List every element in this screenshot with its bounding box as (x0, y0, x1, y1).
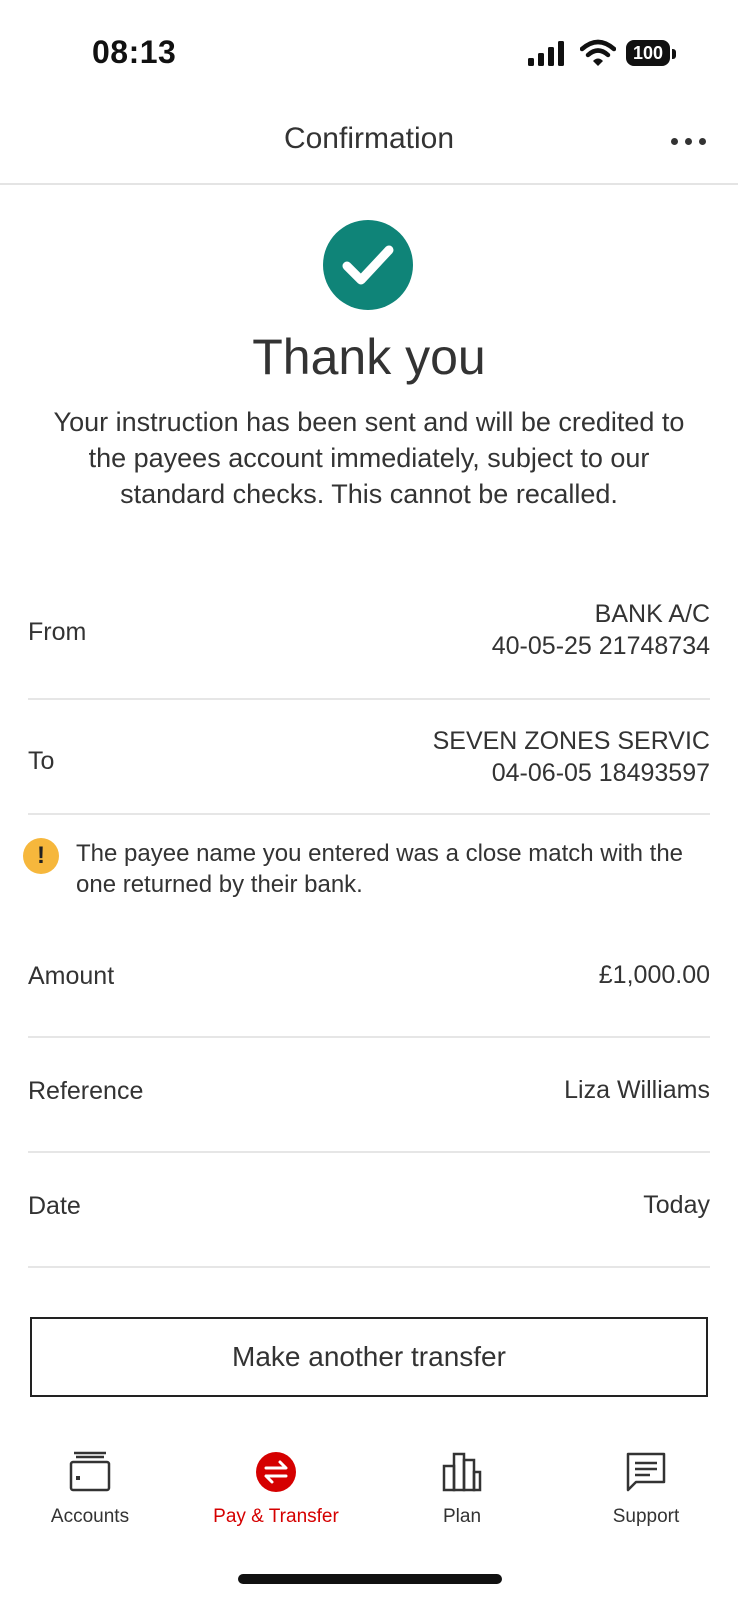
success-check-icon (323, 220, 413, 310)
reference-label: Reference (28, 1077, 144, 1105)
amount-row: Amount £1,000.00 (28, 961, 710, 1002)
to-account-number: 04-06-05 18493597 (491, 759, 710, 787)
nav-label: Support (612, 1506, 680, 1527)
date-value: Today (643, 1191, 710, 1219)
signal-icon (528, 41, 564, 66)
confirmation-message: Your instruction has been sent and will … (53, 407, 685, 509)
wallet-icon (68, 1450, 112, 1494)
reference-row: Reference Liza Williams (28, 1076, 710, 1117)
date-row: Date Today (28, 1191, 710, 1232)
chat-icon (624, 1450, 668, 1494)
warning-icon: ! (23, 838, 59, 874)
status-time: 08:13 (92, 34, 177, 70)
more-options-icon[interactable] (665, 130, 711, 150)
to-payee-name: SEVEN ZONES SERVIC (432, 727, 710, 755)
divider (28, 1266, 710, 1268)
bar-chart-icon (440, 1450, 484, 1494)
nav-pay-transfer[interactable]: Pay & Transfer (186, 1450, 366, 1528)
from-account-name: BANK A/C (594, 600, 710, 628)
date-label: Date (28, 1192, 81, 1220)
divider (28, 698, 710, 700)
make-another-transfer-button[interactable]: Make another transfer (30, 1317, 708, 1397)
amount-label: Amount (28, 962, 115, 990)
nav-label: Pay & Transfer (213, 1506, 339, 1527)
from-label: From (28, 618, 87, 646)
header-divider (0, 183, 738, 185)
nav-support[interactable]: Support (556, 1450, 736, 1528)
divider (28, 1036, 710, 1038)
nav-plan[interactable]: Plan (372, 1450, 552, 1528)
battery-icon: 100 (626, 40, 678, 68)
reference-value: Liza Williams (564, 1076, 710, 1104)
nav-accounts[interactable]: Accounts (0, 1450, 180, 1528)
amount-value: £1,000.00 (598, 961, 710, 989)
divider (28, 1151, 710, 1153)
home-indicator[interactable] (238, 1574, 502, 1584)
battery-level: 100 (626, 40, 670, 66)
nav-label: Accounts (50, 1506, 130, 1527)
wifi-icon (580, 39, 616, 66)
to-label: To (28, 747, 55, 775)
to-row: To SEVEN ZONES SERVIC 04-06-05 18493597 (28, 725, 710, 795)
to-value: SEVEN ZONES SERVIC 04-06-05 18493597 (433, 725, 710, 789)
divider (28, 813, 710, 815)
transfer-icon (254, 1450, 298, 1494)
from-row: From BANK A/C 40-05-25 21748734 (28, 598, 710, 668)
from-account-number: 40-05-25 21748734 (491, 632, 710, 660)
thank-you-heading: Thank you (252, 329, 486, 385)
nav-label: Plan (442, 1506, 482, 1527)
from-value: BANK A/C 40-05-25 21748734 (492, 598, 710, 662)
warning-message: The payee name you entered was a close m… (76, 840, 684, 898)
page-title: Confirmation (283, 122, 455, 155)
